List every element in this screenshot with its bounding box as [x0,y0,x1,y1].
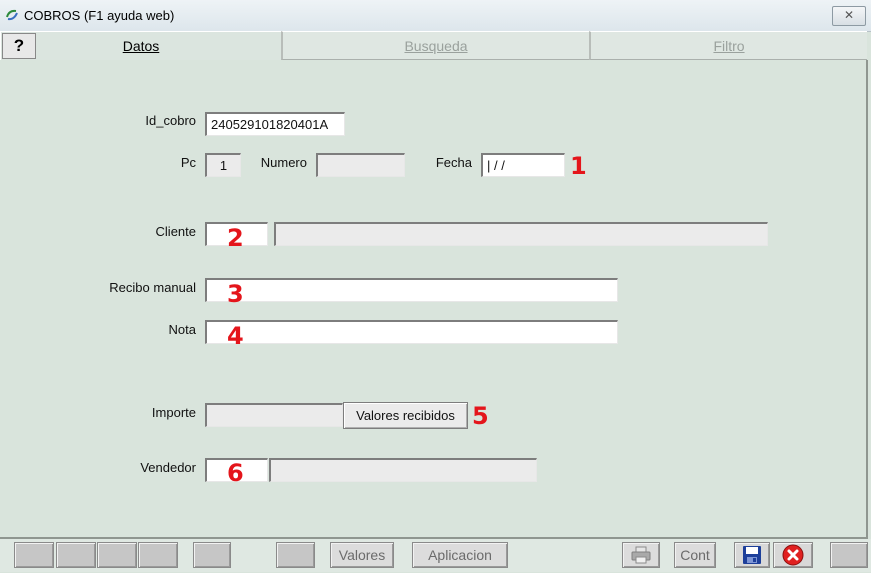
tab-strip: ? Datos Busqueda Filtro [0,31,871,61]
tab-busqueda[interactable]: Busqueda [281,31,589,60]
cancel-icon [782,544,804,566]
marker-6: 6 [227,459,244,487]
tab-datos[interactable]: ? Datos [0,31,281,60]
save-button[interactable] [734,542,770,568]
fecha-field[interactable]: | / / [481,153,565,177]
vendedor-label: Vendedor [140,460,196,475]
help-icon: ? [13,36,25,55]
recibo-manual-field[interactable] [205,278,618,302]
valores-recibidos-button[interactable]: Valores recibidos [343,402,468,429]
tab-filtro-label: Filtro [713,38,745,54]
close-icon: ✕ [843,8,855,22]
tab-datos-label: Datos [122,38,160,54]
recibo-manual-label: Recibo manual [109,280,196,295]
tab-busqueda-label: Busqueda [404,38,468,54]
printer-icon [631,546,651,564]
numero-field[interactable] [316,153,405,177]
marker-2: 2 [227,224,244,252]
marker-4: 4 [227,322,244,350]
id-cobro-label: Id_cobro [145,113,196,128]
toolbar-button-3[interactable] [97,542,137,568]
toolbar-button-6[interactable] [276,542,315,568]
toolbar-button-7[interactable] [830,542,868,568]
toolbar-button-4[interactable] [138,542,178,568]
help-button[interactable]: ? [2,33,36,59]
bottom-toolbar: Valores Aplicacion Cont [0,539,871,572]
app-icon [6,9,18,21]
toolbar-button-1[interactable] [14,542,54,568]
close-button[interactable]: ✕ [832,6,866,26]
cliente-name-field[interactable] [274,222,768,246]
nota-label: Nota [168,322,196,337]
fecha-label: Fecha [435,155,472,170]
cancel-button[interactable] [773,542,813,568]
toolbar-button-5[interactable] [193,542,231,568]
marker-3: 3 [227,280,244,308]
nota-field[interactable] [205,320,618,344]
valores-button[interactable]: Valores [330,542,394,568]
window-title: COBROS (F1 ayuda web) [24,8,175,23]
id-cobro-field[interactable]: 240529101820401A [205,112,345,136]
tab-filtro[interactable]: Filtro [589,31,867,60]
pc-field[interactable]: 1 [205,153,241,177]
save-icon [743,546,761,564]
cont-button[interactable]: Cont [674,542,716,568]
numero-label: Numero [260,155,307,170]
cliente-label: Cliente [155,224,196,239]
print-button[interactable] [622,542,660,568]
title-bar: COBROS (F1 ayuda web) ✕ [0,0,871,32]
marker-5: 5 [472,402,489,430]
pc-label: Pc [180,155,196,170]
importe-field[interactable] [205,403,343,427]
aplicacion-button[interactable]: Aplicacion [412,542,508,568]
marker-1: 1 [570,152,587,180]
toolbar-button-2[interactable] [56,542,96,568]
vendedor-name-field[interactable] [269,458,537,482]
importe-label: Importe [151,405,196,420]
